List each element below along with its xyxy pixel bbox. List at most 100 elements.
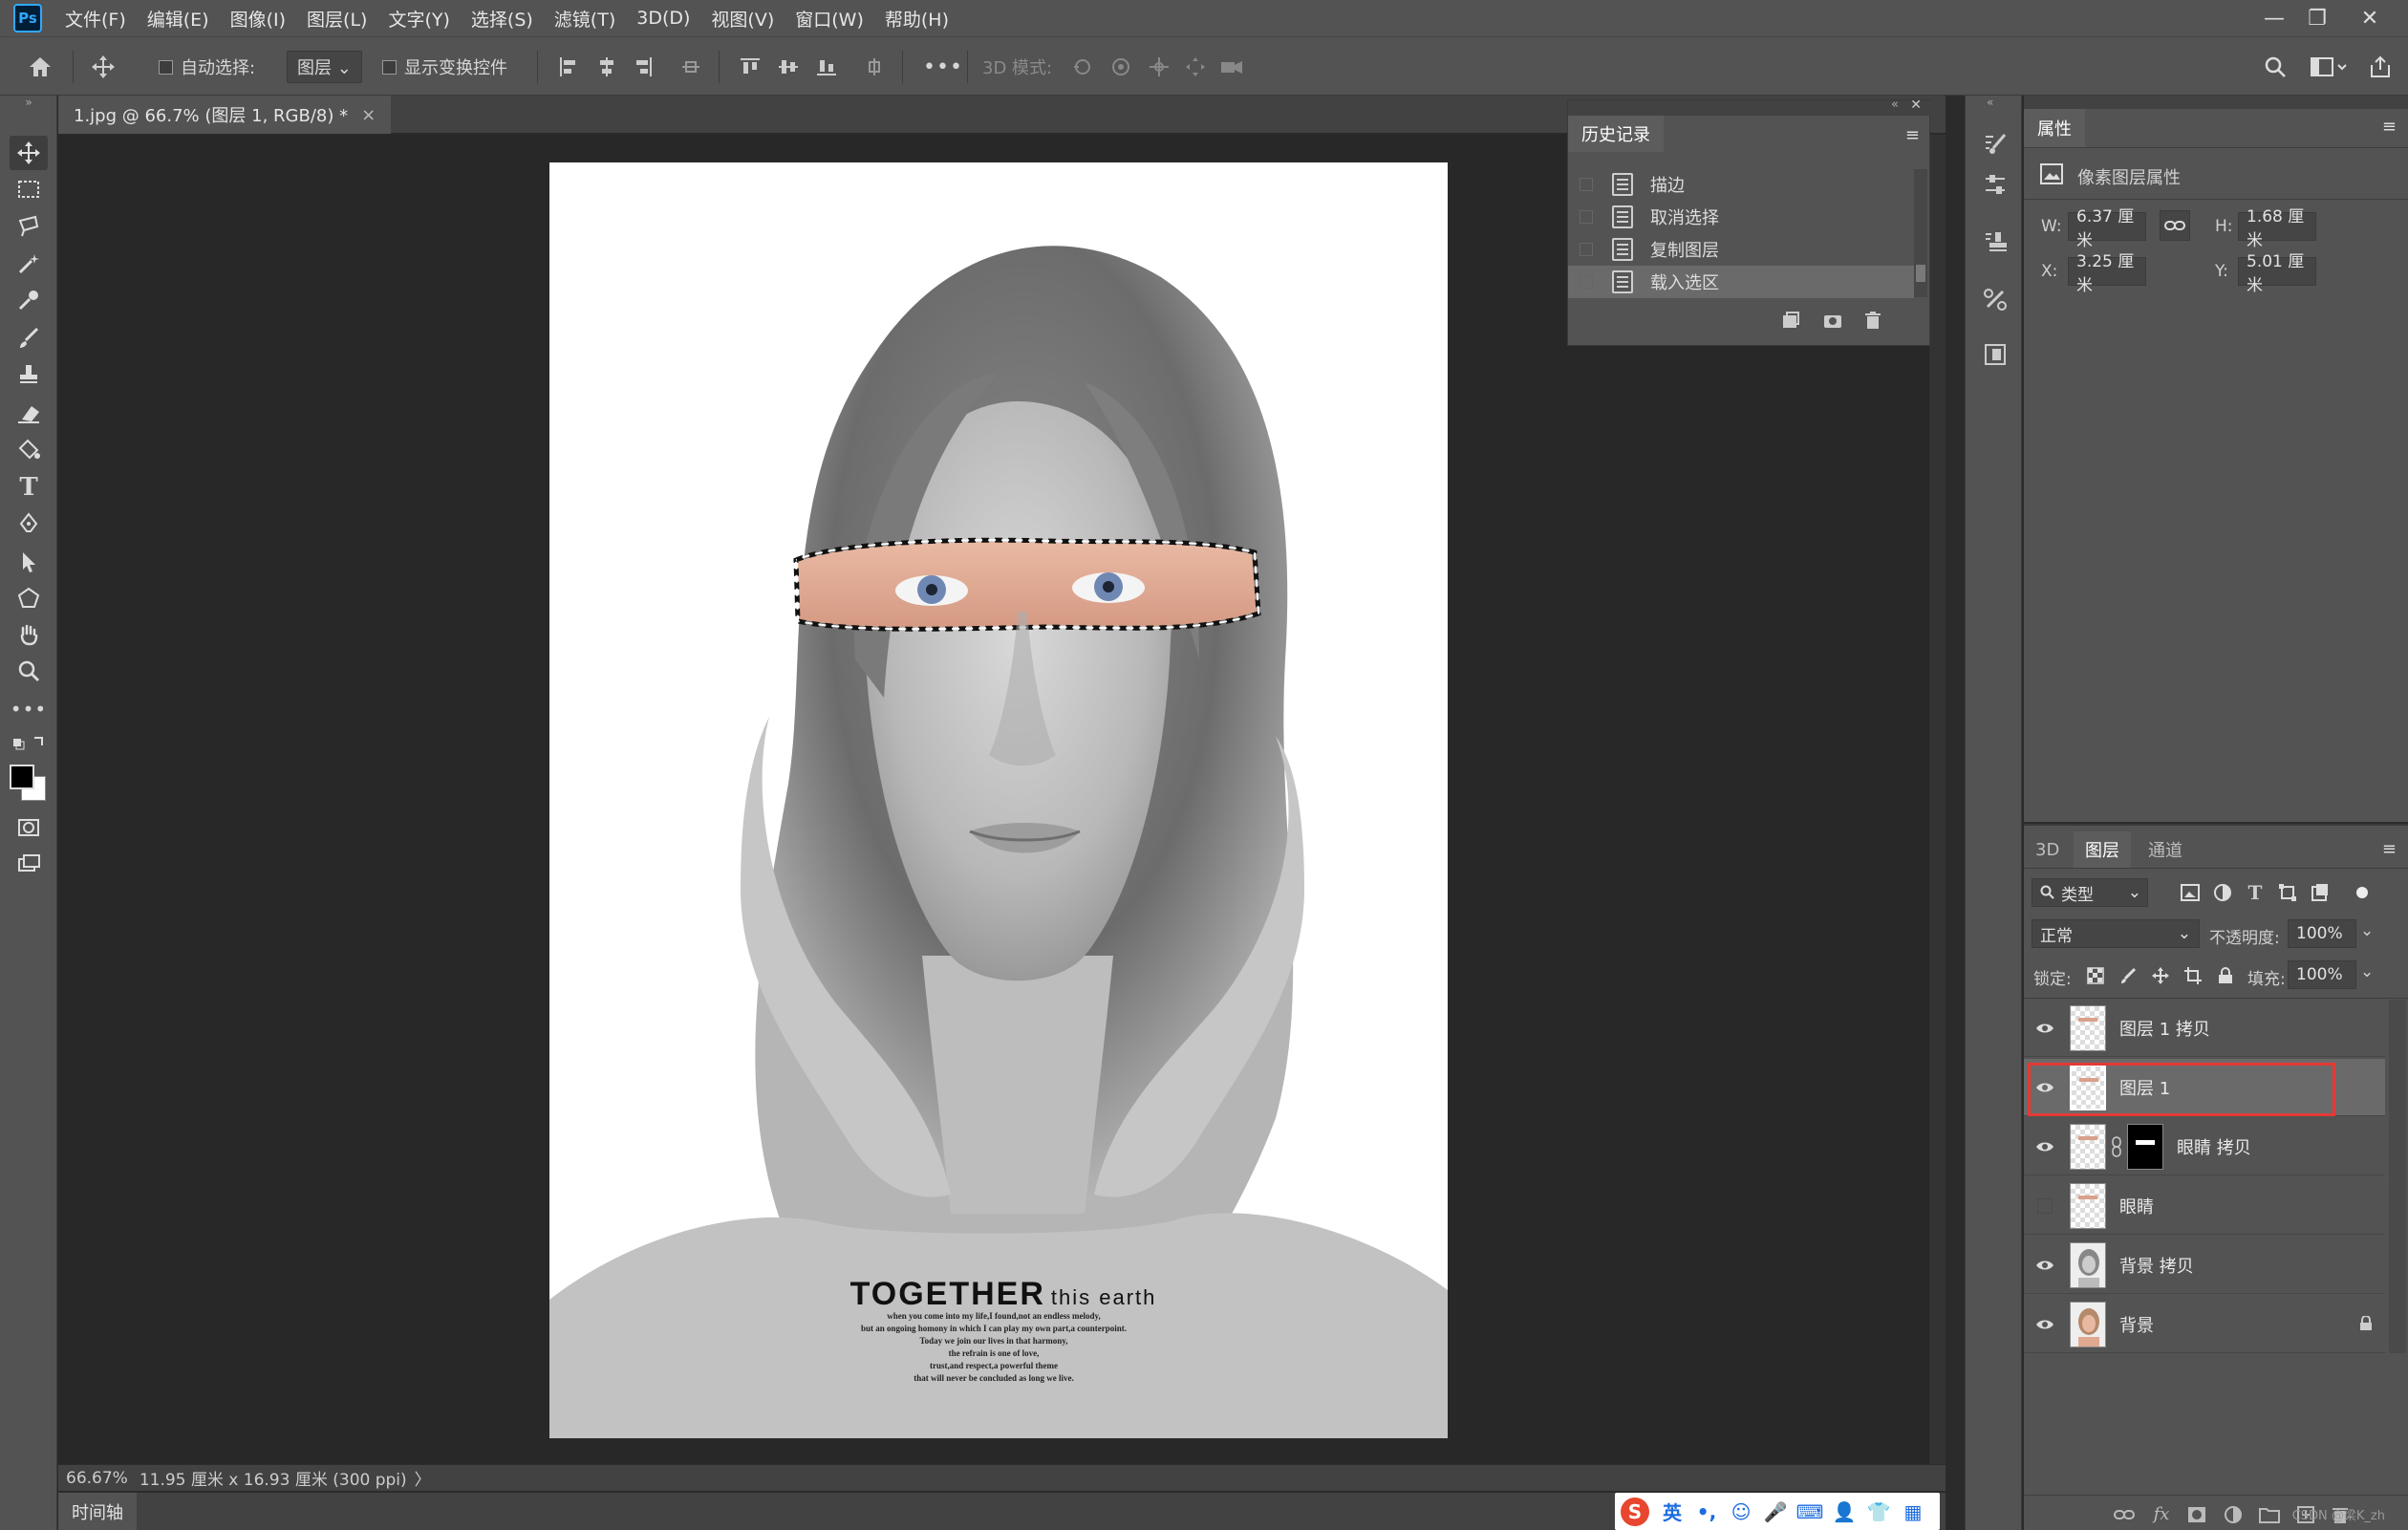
- menu-type[interactable]: 文字(Y): [388, 6, 449, 32]
- path-selection-tool-icon[interactable]: [10, 545, 48, 579]
- canvas-scrollbar[interactable]: [1928, 135, 1946, 1464]
- lock-pixels-icon[interactable]: [2116, 963, 2140, 988]
- ime-language-toggle[interactable]: 英: [1655, 1498, 1689, 1525]
- filter-type-icon[interactable]: T: [2242, 879, 2268, 906]
- align-top-icon[interactable]: [736, 54, 764, 79]
- ime-keyboard-icon[interactable]: ⌨: [1793, 1500, 1827, 1523]
- align-hcenter-icon[interactable]: [592, 54, 621, 79]
- screen-mode-icon[interactable]: [10, 847, 48, 881]
- swap-colors-icon[interactable]: [10, 732, 48, 755]
- layer-row[interactable]: 眼睛: [2024, 1177, 2385, 1235]
- adjustment-icon[interactable]: [2221, 1503, 2246, 1526]
- collapse-dock-icon[interactable]: «: [1987, 96, 1993, 109]
- adjustments-icon[interactable]: [1979, 168, 2011, 201]
- folder-icon[interactable]: [2257, 1503, 2282, 1526]
- menu-window[interactable]: 窗口(W): [795, 6, 864, 32]
- more-tools-icon[interactable]: •••: [10, 692, 48, 726]
- ime-toolbox-icon[interactable]: ▦: [1896, 1500, 1930, 1523]
- eraser-tool-icon[interactable]: [10, 396, 48, 430]
- minimize-button[interactable]: —: [2250, 0, 2298, 36]
- menu-filter[interactable]: 滤镜(T): [554, 6, 615, 32]
- home-icon[interactable]: [25, 53, 55, 81]
- show-transform-option[interactable]: 显示变换控件: [382, 37, 507, 97]
- ime-emoji-icon[interactable]: ☺: [1724, 1500, 1758, 1523]
- layer-row[interactable]: 图层 1 拷贝: [2024, 1000, 2385, 1057]
- history-item-deselect[interactable]: 取消选择: [1568, 201, 1914, 233]
- clone-source-icon[interactable]: [1979, 226, 2011, 258]
- brush-tool-icon[interactable]: [10, 321, 48, 356]
- show-transform-checkbox[interactable]: [382, 59, 397, 75]
- auto-select-option[interactable]: 自动选择:: [159, 37, 255, 97]
- stamp-tool-icon[interactable]: [10, 357, 48, 392]
- share-icon[interactable]: [2364, 53, 2397, 81]
- history-item-stroke[interactable]: 描边: [1568, 168, 1914, 201]
- opacity-dropdown-arrow[interactable]: ⌄: [2360, 921, 2374, 940]
- visibility-off-box[interactable]: [2033, 1197, 2056, 1214]
- layer-filter-dropdown[interactable]: 类型 ⌄: [2032, 878, 2148, 907]
- layer-row[interactable]: 背景: [2024, 1296, 2385, 1353]
- document-tab[interactable]: 1.jpg @ 66.7% (图层 1, RGB/8) * ×: [58, 96, 392, 134]
- close-panel-icon[interactable]: ✕: [1910, 97, 1922, 113]
- filter-smart-object-icon[interactable]: [2307, 879, 2333, 906]
- hand-tool-icon[interactable]: [10, 617, 48, 652]
- zoom-level[interactable]: 66.67%: [66, 1469, 128, 1488]
- layer-row[interactable]: 眼睛 拷贝: [2024, 1118, 2385, 1175]
- opacity-field[interactable]: 100%: [2288, 919, 2356, 948]
- ime-user-icon[interactable]: 👤: [1827, 1500, 1861, 1523]
- lock-transparency-icon[interactable]: [2083, 963, 2108, 988]
- properties-tab[interactable]: 属性: [2024, 109, 2085, 147]
- lock-all-icon[interactable]: [2213, 963, 2238, 988]
- menu-view[interactable]: 视图(V): [711, 6, 774, 32]
- mask-link-icon[interactable]: [2110, 1135, 2123, 1158]
- lock-artboard-icon[interactable]: [2181, 963, 2205, 988]
- menu-layer[interactable]: 图层(L): [307, 6, 367, 32]
- move-tool-icon[interactable]: [10, 136, 48, 170]
- history-panel-titlebar[interactable]: « ✕: [1568, 97, 1931, 116]
- align-bottom-icon[interactable]: [812, 54, 841, 79]
- collapse-panel-icon[interactable]: «: [1891, 97, 1899, 112]
- snapshot-camera-icon[interactable]: [1818, 309, 1847, 332]
- link-icon[interactable]: [2112, 1503, 2137, 1526]
- tool-presets-icon[interactable]: [1979, 283, 2011, 315]
- foreground-color-swatch[interactable]: [10, 765, 34, 789]
- visibility-eye-icon[interactable]: [2033, 1259, 2056, 1272]
- filter-adjustment-icon[interactable]: [2209, 879, 2236, 906]
- pen-tool-icon[interactable]: [10, 506, 48, 541]
- history-item-load-selection[interactable]: 载入选区: [1568, 266, 1914, 298]
- zoom-tool-icon[interactable]: [10, 654, 48, 688]
- layer-row[interactable]: 背景 拷贝: [2024, 1237, 2385, 1294]
- layers-menu-icon[interactable]: ≡: [2382, 839, 2397, 859]
- history-tab[interactable]: 历史记录: [1568, 116, 1664, 152]
- close-window-button[interactable]: ✕: [2346, 0, 2394, 36]
- timeline-tab[interactable]: 时间轴: [58, 1493, 137, 1530]
- filter-shape-icon[interactable]: [2274, 879, 2301, 906]
- more-options-button[interactable]: •••: [923, 37, 963, 97]
- info-panel-icon[interactable]: [1979, 338, 2011, 371]
- move-tool-preset-icon[interactable]: [84, 53, 122, 81]
- marquee-tool-icon[interactable]: [10, 172, 48, 206]
- filter-toggle-icon[interactable]: [2349, 879, 2376, 906]
- y-field[interactable]: 5.01 厘米: [2238, 252, 2316, 295]
- lasso-tool-icon[interactable]: [10, 208, 48, 243]
- tab-layers[interactable]: 图层: [2074, 831, 2131, 868]
- height-field[interactable]: 1.68 厘米: [2238, 207, 2316, 250]
- tab-channels[interactable]: 通道: [2137, 831, 2194, 868]
- brush-settings-icon[interactable]: [1979, 128, 2011, 161]
- fill-field[interactable]: 100%: [2288, 960, 2356, 989]
- mask-icon[interactable]: [2184, 1503, 2209, 1526]
- link-dimensions-icon[interactable]: [2160, 210, 2190, 241]
- width-field[interactable]: 6.37 厘米: [2068, 207, 2146, 250]
- tab-3d[interactable]: 3D: [2024, 831, 2071, 868]
- restore-button[interactable]: ❐: [2293, 0, 2341, 36]
- ime-punctuation-toggle[interactable]: •,: [1689, 1500, 1724, 1523]
- menu-edit[interactable]: 编辑(E): [147, 6, 209, 32]
- 3d-roll-icon[interactable]: [1107, 54, 1135, 79]
- distribute-icon[interactable]: [677, 54, 705, 79]
- collapse-toolbar-icon[interactable]: »: [10, 96, 48, 109]
- search-icon[interactable]: [2259, 53, 2291, 81]
- ime-skin-icon[interactable]: 👕: [1861, 1500, 1896, 1523]
- menu-file[interactable]: 文件(F): [65, 6, 126, 32]
- quick-mask-icon[interactable]: [10, 810, 48, 845]
- align-left-icon[interactable]: [554, 54, 583, 79]
- menu-image[interactable]: 图像(I): [230, 6, 286, 32]
